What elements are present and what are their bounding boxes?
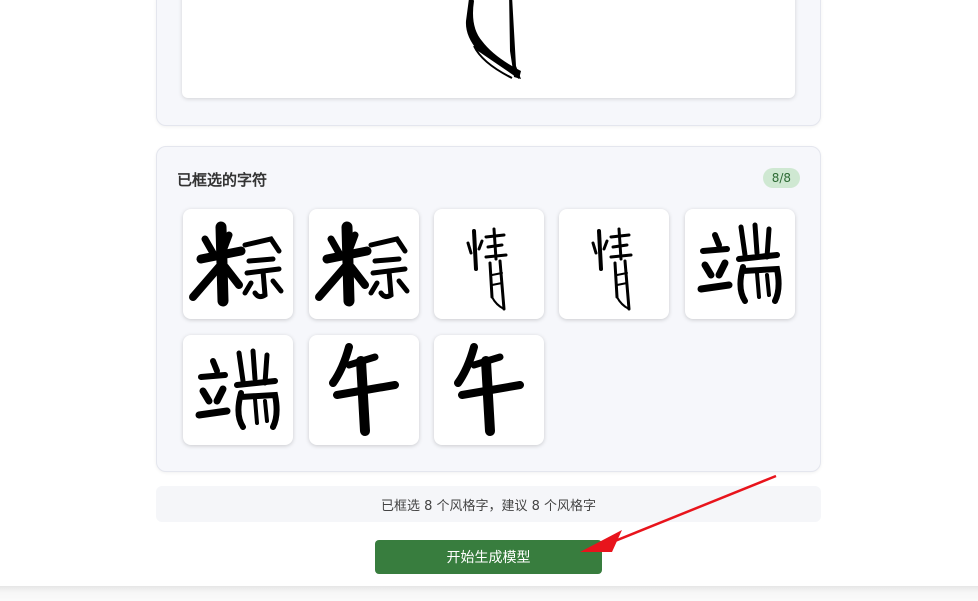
- selection-tip: 已框选 8 个风格字，建议 8 个风格字: [156, 486, 821, 522]
- glyph-tile-duan-1[interactable]: [685, 209, 795, 319]
- glyph-tile-wu-1[interactable]: [309, 335, 419, 445]
- selected-characters-card: 已框选的字符 8/8: [156, 146, 821, 472]
- selection-tip-text: 已框选 8 个风格字，建议 8 个风格字: [380, 498, 597, 514]
- glyph-tile-qing-1[interactable]: [434, 209, 544, 319]
- glyph-image-wu: [329, 343, 399, 436]
- glyph-tile-zong-1[interactable]: [183, 209, 293, 319]
- glyph-image-duan: [697, 222, 782, 304]
- glyph-image-wu: [454, 343, 524, 436]
- glyph-image-qing: [466, 227, 508, 311]
- page-bottom-edge: [0, 586, 978, 601]
- selection-count-badge: 8/8: [762, 168, 800, 188]
- glyph-image-zong: [189, 221, 284, 307]
- preview-card: [156, 0, 821, 126]
- preview-glyph-image: [465, 0, 521, 79]
- glyph-tile-duan-2[interactable]: [183, 335, 293, 445]
- glyph-tile-zong-2[interactable]: [309, 209, 419, 319]
- glyph-image-duan: [195, 348, 280, 430]
- glyph-image-zong: [315, 221, 410, 307]
- glyph-tile-qing-2[interactable]: [559, 209, 669, 319]
- glyph-image-qing: [591, 227, 633, 311]
- selected-characters-title: 已框选的字符: [177, 171, 268, 189]
- preview-canvas[interactable]: [182, 0, 795, 98]
- glyph-tile-wu-2[interactable]: [434, 335, 544, 445]
- start-generate-model-button[interactable]: 开始生成模型: [375, 540, 602, 574]
